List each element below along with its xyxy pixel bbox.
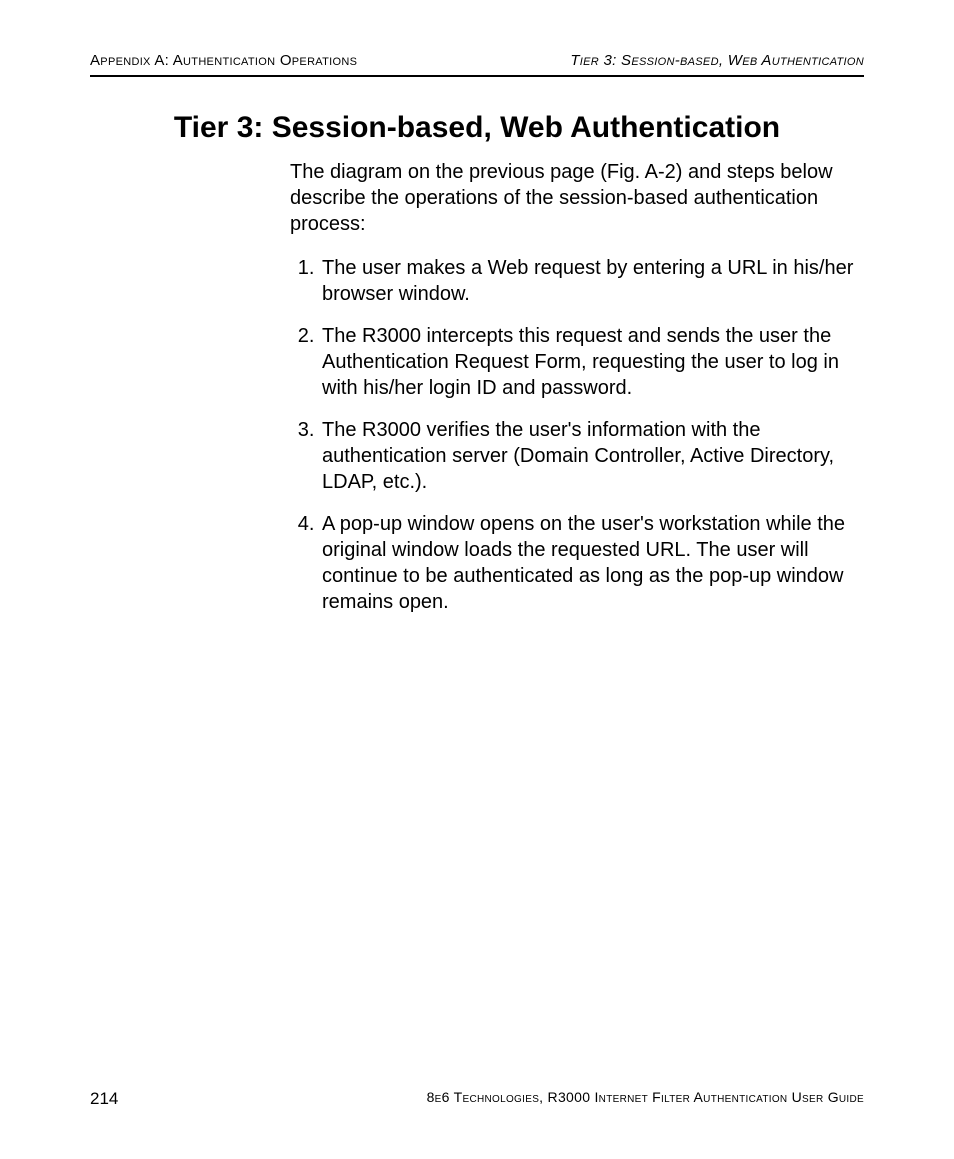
page-number: 214 bbox=[90, 1089, 118, 1109]
document-page: Appendix A: Authentication Operations Ti… bbox=[0, 0, 954, 1159]
section-title: Tier 3: Session-based, Web Authenticatio… bbox=[90, 111, 864, 145]
footer-right: 8e6 Technologies, R3000 Internet Filter … bbox=[427, 1089, 864, 1109]
steps-list: The user makes a Web request by entering… bbox=[290, 255, 860, 615]
list-item: The user makes a Web request by entering… bbox=[320, 255, 860, 307]
header-right: Tier 3: Session-based, Web Authenticatio… bbox=[570, 52, 864, 69]
page-footer: 214 8e6 Technologies, R3000 Internet Fil… bbox=[90, 1089, 864, 1109]
header-left: Appendix A: Authentication Operations bbox=[90, 52, 357, 69]
intro-paragraph: The diagram on the previous page (Fig. A… bbox=[290, 159, 860, 237]
list-item: The R3000 verifies the user's informatio… bbox=[320, 417, 860, 495]
list-item: A pop-up window opens on the user's work… bbox=[320, 511, 860, 615]
running-header: Appendix A: Authentication Operations Ti… bbox=[90, 52, 864, 69]
list-item: The R3000 intercepts this request and se… bbox=[320, 323, 860, 401]
header-rule bbox=[90, 75, 864, 77]
body-block: The diagram on the previous page (Fig. A… bbox=[290, 159, 860, 615]
